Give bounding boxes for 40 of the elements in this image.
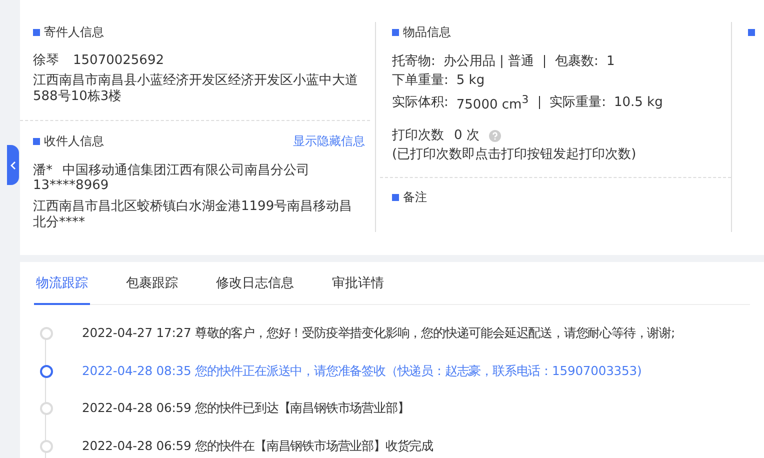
field-value: 办公用品 | 普通 [443, 52, 534, 71]
sender-address: 江西南昌市南昌县小蓝经济开发区经济开发区小蓝中大道588号10栋3楼 [33, 73, 359, 105]
collapse-button[interactable] [7, 145, 19, 185]
timeline-entry: 2022-04-28 08:35 您的快件正在派送中，请您准备签收（快递员：赵志豪，联系电话：15907003353) [82, 362, 642, 380]
toggle-hidden-link[interactable]: 显示隐藏信息 [293, 132, 365, 150]
field-label: 托寄物: [392, 53, 436, 71]
section-marker-icon [33, 28, 40, 36]
tab[interactable]: 修改日志信息 [216, 262, 314, 305]
receiver-phone: 13****8969 [33, 179, 110, 193]
section-marker-icon [33, 138, 40, 144]
tab[interactable]: 包裹跟踪 [126, 262, 198, 305]
print-note: (已打印次数即点击打印按钮发起打印次数) [392, 146, 638, 164]
field-label: 包裹数: [555, 53, 598, 71]
section-title: 物品信息 [403, 24, 451, 40]
section-marker-icon [392, 194, 399, 201]
field-value: 0 次 [454, 127, 480, 146]
section-marker-icon [748, 28, 755, 36]
field-label: 实际体积: [392, 94, 448, 112]
timeline-entry: 2022-04-28 06:59 您的快件已到达【南昌钢铁市场营业部】 [82, 400, 410, 418]
section-title: 收件人信息 [44, 132, 104, 150]
field-label: 下单重量: [392, 72, 448, 90]
tab[interactable]: 审批详情 [332, 262, 404, 305]
field-value: 10.5 kg [614, 94, 663, 112]
chevron-left-icon [10, 160, 16, 170]
section-marker-icon [392, 28, 399, 36]
timeline-entry: 2022-04-27 17:27 尊敬的客户，您好！受防疫举措变化影响，您的快递可能会延迟配送，请您耐心等待，谢谢; [82, 325, 676, 342]
field-value: 5 kg [456, 72, 485, 90]
timeline-entry: 2022-04-28 06:59 您的快件在【南昌钢铁市场营业部】收货完成 [82, 438, 434, 455]
section-title: 寄件人信息 [44, 24, 104, 40]
receiver-company: 中国移动通信集团江西有限公司南昌分公司 [62, 163, 310, 179]
sender-name: 徐琴 [33, 53, 59, 69]
receiver-address: 江西南昌市昌北区蛟桥镇白水湖金港1199号南昌移动昌北分**** [33, 199, 354, 231]
receiver-name: 潘* [33, 163, 52, 179]
field-label: 实际重量: [550, 94, 606, 112]
sender-phone: 15070025692 [73, 53, 164, 69]
field-value: 1 [606, 53, 615, 71]
tab[interactable]: 物流跟踪 [34, 262, 90, 305]
field-value: 75000 cm$^{3}$ [456, 92, 529, 114]
field-label: 打印次数 [392, 127, 444, 146]
section-title: 备注 [403, 188, 427, 206]
